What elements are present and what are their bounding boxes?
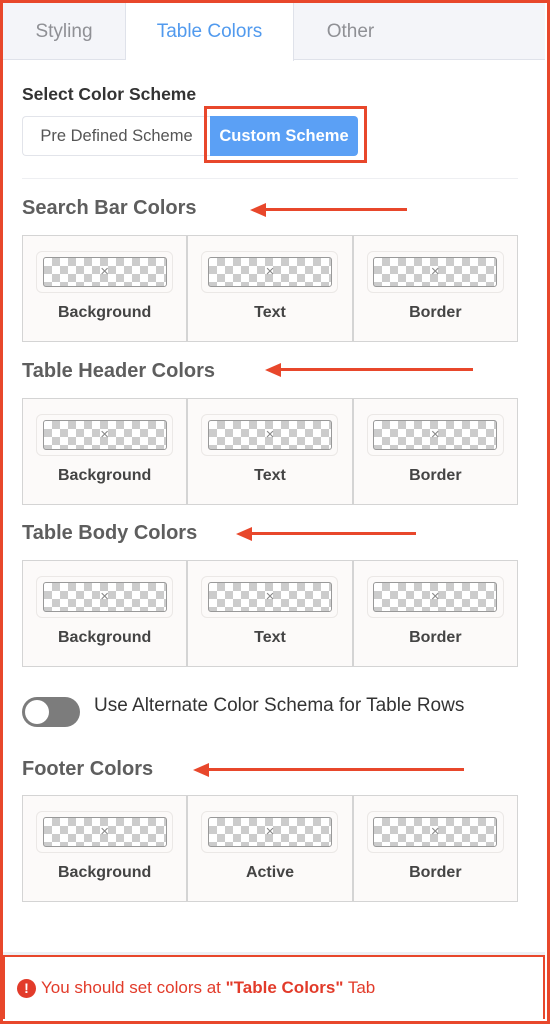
clear-color-icon: × — [265, 588, 275, 606]
table-body-background-cell: × Background — [23, 561, 189, 666]
table-header-text-picker[interactable]: × — [201, 414, 339, 456]
search-bar-color-grid: × Background × Text × Border — [22, 235, 518, 342]
annotation-arrow-icon — [250, 203, 407, 217]
annotation-arrow-icon — [193, 763, 464, 777]
table-header-background-cell: × Background — [23, 399, 189, 504]
annotation-arrow-icon — [236, 527, 416, 541]
footer-background-cell: × Background — [23, 796, 189, 901]
clear-color-icon: × — [100, 426, 110, 444]
clear-color-icon: × — [265, 263, 275, 281]
clear-color-icon: × — [265, 823, 275, 841]
transparent-swatch-icon: × — [373, 817, 498, 847]
footer-border-picker[interactable]: × — [366, 811, 504, 853]
table-body-background-picker[interactable]: × — [36, 576, 174, 618]
color-field-label: Background — [57, 864, 152, 881]
table-body-border-cell: × Border — [354, 561, 517, 666]
color-scheme-selector: Pre Defined Scheme Custom Scheme — [22, 116, 358, 156]
notice-emphasis: "Table Colors" — [225, 978, 344, 997]
notice-message: You should set colors at "Table Colors" … — [41, 978, 375, 998]
search-bar-border-picker[interactable]: × — [366, 251, 504, 293]
transparent-swatch-icon: × — [207, 257, 332, 287]
custom-scheme-button[interactable]: Custom Scheme — [210, 116, 358, 156]
transparent-swatch-icon: × — [373, 582, 498, 612]
search-bar-colors-title: Search Bar Colors — [22, 197, 197, 219]
notice-banner: ! You should set colors at "Table Colors… — [3, 955, 545, 1019]
toggle-knob — [25, 700, 49, 724]
clear-color-icon: × — [100, 823, 110, 841]
tab-bar: Styling Table Colors Other — [3, 3, 545, 61]
footer-color-grid: × Background × Active × Border — [22, 795, 518, 902]
alternate-color-toggle[interactable] — [22, 697, 80, 727]
transparent-swatch-icon: × — [207, 420, 332, 450]
color-field-label: Background — [57, 304, 152, 321]
table-body-colors-title: Table Body Colors — [22, 522, 198, 544]
footer-active-picker[interactable]: × — [201, 811, 339, 853]
transparent-swatch-icon: × — [42, 817, 167, 847]
table-body-text-cell: × Text — [188, 561, 354, 666]
tab-other[interactable]: Other — [294, 3, 407, 60]
clear-color-icon: × — [430, 588, 440, 606]
color-field-label: Border — [409, 864, 462, 881]
transparent-swatch-icon: × — [373, 257, 498, 287]
transparent-swatch-icon: × — [42, 582, 167, 612]
footer-background-picker[interactable]: × — [36, 811, 174, 853]
table-header-colors-title: Table Header Colors — [22, 360, 216, 382]
table-header-border-cell: × Border — [354, 399, 517, 504]
divider — [22, 178, 518, 179]
transparent-swatch-icon: × — [42, 420, 167, 450]
table-body-color-grid: × Background × Text × Border — [22, 560, 518, 667]
table-body-text-picker[interactable]: × — [201, 576, 339, 618]
alternate-color-toggle-row: Use Alternate Color Schema for Table Row… — [22, 695, 474, 727]
notice-prefix: You should set colors at — [41, 978, 226, 997]
clear-color-icon: × — [430, 823, 440, 841]
transparent-swatch-icon: × — [42, 257, 167, 287]
table-header-text-cell: × Text — [188, 399, 354, 504]
alternate-color-toggle-label[interactable]: Use Alternate Color Schema for Table Row… — [94, 695, 474, 727]
search-bar-border-cell: × Border — [354, 236, 517, 341]
clear-color-icon: × — [265, 426, 275, 444]
transparent-swatch-icon: × — [207, 582, 332, 612]
table-header-border-picker[interactable]: × — [366, 414, 504, 456]
footer-colors-title: Footer Colors — [22, 758, 154, 780]
search-bar-background-picker[interactable]: × — [36, 251, 174, 293]
search-bar-text-picker[interactable]: × — [201, 251, 339, 293]
transparent-swatch-icon: × — [207, 817, 332, 847]
color-field-label: Border — [409, 304, 462, 321]
pre-defined-scheme-button[interactable]: Pre Defined Scheme — [22, 116, 210, 156]
color-field-label: Background — [57, 467, 152, 484]
color-field-label: Text — [254, 629, 286, 646]
color-field-label: Background — [57, 629, 152, 646]
annotation-arrow-icon — [265, 363, 473, 377]
footer-border-cell: × Border — [354, 796, 517, 901]
color-field-label: Border — [409, 629, 462, 646]
footer-active-cell: × Active — [188, 796, 354, 901]
table-header-background-picker[interactable]: × — [36, 414, 174, 456]
tab-styling[interactable]: Styling — [3, 3, 126, 60]
clear-color-icon: × — [430, 263, 440, 281]
clear-color-icon: × — [430, 426, 440, 444]
transparent-swatch-icon: × — [373, 420, 498, 450]
clear-color-icon: × — [100, 588, 110, 606]
notice-suffix: Tab — [343, 978, 376, 997]
tab-table-colors[interactable]: Table Colors — [126, 3, 294, 61]
exclamation-circle-icon: ! — [17, 978, 36, 998]
color-scheme-label: Select Color Scheme — [22, 84, 197, 104]
search-bar-text-cell: × Text — [188, 236, 354, 341]
clear-color-icon: × — [100, 263, 110, 281]
table-body-border-picker[interactable]: × — [366, 576, 504, 618]
color-field-label: Text — [254, 467, 286, 484]
color-field-label: Border — [409, 467, 462, 484]
color-field-label: Text — [254, 304, 286, 321]
table-header-color-grid: × Background × Text × Border — [22, 398, 518, 505]
search-bar-background-cell: × Background — [23, 236, 189, 341]
color-field-label: Active — [245, 864, 294, 881]
